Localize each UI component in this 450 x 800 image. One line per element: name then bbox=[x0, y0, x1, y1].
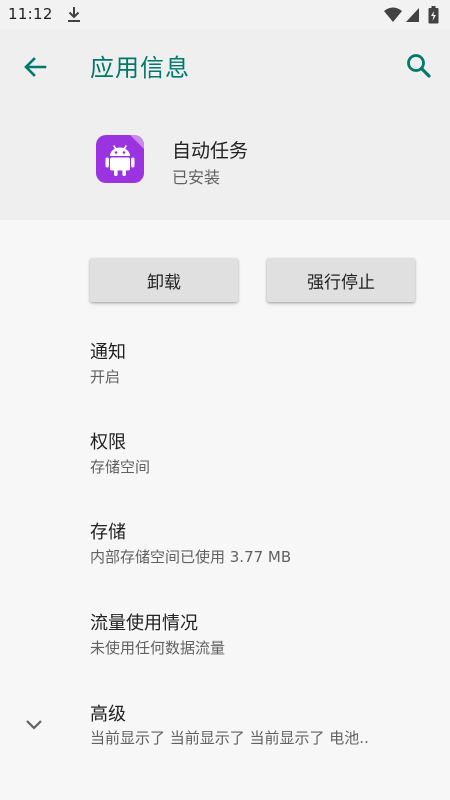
status-time: 11:12 bbox=[8, 5, 53, 23]
pref-title: 流量使用情况 bbox=[90, 613, 198, 634]
download-icon bbox=[68, 7, 80, 22]
battery-icon bbox=[428, 6, 439, 24]
pref-title: 高级 bbox=[90, 704, 126, 725]
force-stop-button[interactable]: 强行停止 bbox=[267, 258, 415, 302]
pref-title: 通知 bbox=[90, 342, 126, 363]
android-icon bbox=[105, 135, 144, 176]
search-icon[interactable] bbox=[402, 49, 436, 83]
pref-summary: 开启 bbox=[90, 368, 121, 386]
signal-icon bbox=[406, 8, 419, 22]
status-bar: 11:12 bbox=[0, 0, 450, 30]
app-name: 自动任务 bbox=[172, 140, 249, 162]
chevron-down-icon[interactable] bbox=[22, 712, 46, 736]
pref-title: 权限 bbox=[90, 432, 126, 453]
pref-summary: 存储空间 bbox=[90, 458, 151, 476]
wifi-icon bbox=[384, 7, 402, 22]
app-install-status: 已安装 bbox=[172, 168, 221, 187]
pref-summary: 当前显示了 当前显示了 当前显示了 电池.. bbox=[90, 729, 369, 747]
uninstall-button[interactable]: 卸载 bbox=[90, 258, 238, 302]
page-title: 应用信息 bbox=[90, 54, 190, 82]
back-arrow-icon[interactable] bbox=[18, 50, 52, 84]
pref-summary: 内部存储空间已使用 3.77 MB bbox=[90, 548, 292, 566]
app-header-area bbox=[0, 30, 450, 220]
pref-title: 存储 bbox=[90, 522, 126, 543]
pref-summary: 未使用任何数据流量 bbox=[90, 639, 226, 657]
app-icon bbox=[96, 135, 144, 183]
